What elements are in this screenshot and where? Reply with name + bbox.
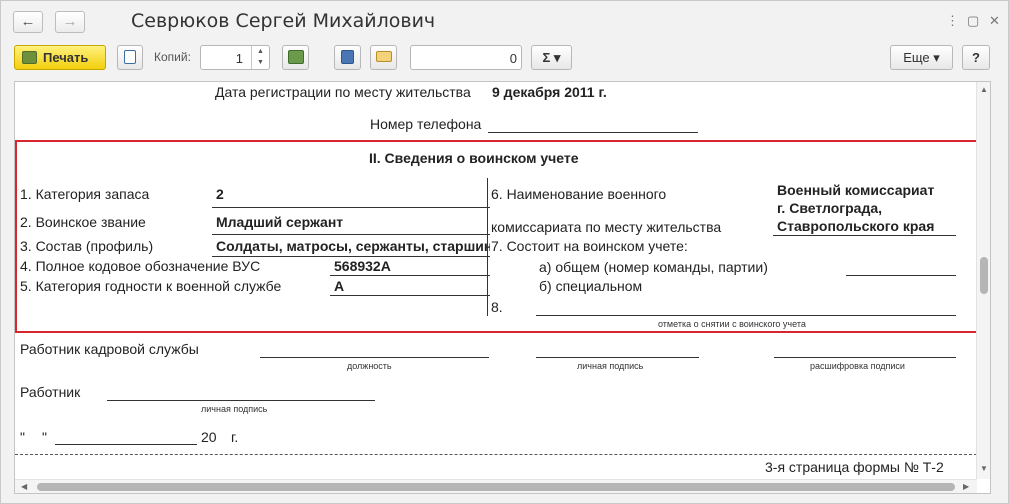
vertical-scroll-thumb[interactable] — [980, 257, 988, 294]
removal-note: отметка о снятии с воинского учета — [658, 319, 806, 329]
special-registration-label: б) специальном — [539, 278, 643, 294]
printer-icon — [22, 51, 37, 64]
phone-label: Номер телефона — [370, 116, 482, 132]
date-quote-close: " — [42, 429, 47, 445]
copies-spin-buttons[interactable]: ▲ ▼ — [251, 46, 269, 69]
vus-code-label: 4. Полное кодовое обозначение ВУС — [20, 258, 261, 274]
commissariat-label-1: 6. Наименование военного — [491, 186, 667, 202]
print-button[interactable]: Печать — [14, 45, 106, 70]
copies-stepper[interactable]: 1 ▲ ▼ — [200, 45, 270, 70]
fitness-category-label: 5. Категория годности к военной службе — [20, 278, 282, 294]
sum-mode-button[interactable]: Σ ▾ — [531, 45, 572, 70]
scroll-left-icon[interactable]: ◀ — [21, 482, 27, 491]
horizontal-scroll-thumb[interactable] — [37, 483, 955, 491]
window-title: Севрюков Сергей Михайлович — [131, 10, 436, 32]
scroll-down-icon[interactable]: ▼ — [980, 464, 988, 473]
restore-icon[interactable]: ▢ — [967, 13, 979, 29]
signature-line — [536, 357, 699, 358]
general-registration-label: а) общем (номер команды, партии) — [539, 259, 768, 275]
page-footer: 3-я страница формы № Т-2 — [765, 459, 944, 475]
worker-label: Работник — [20, 384, 81, 400]
removal-line — [536, 315, 956, 316]
sum-field[interactable]: 0 — [410, 45, 522, 70]
item-8-label: 8. — [491, 299, 503, 315]
arrow-left-icon: ← — [20, 13, 36, 30]
hr-worker-label: Работник кадровой службы — [20, 341, 199, 357]
position-caption: должность — [347, 361, 392, 371]
phone-line — [488, 132, 698, 133]
reserve-category-line — [212, 207, 490, 208]
commissariat-value-3: Ставропольского края — [777, 218, 935, 234]
military-rank-label: 2. Воинское звание — [20, 214, 146, 230]
magnifier-page-icon — [124, 50, 136, 64]
page-break-line — [15, 454, 977, 455]
date-year: 20 — [201, 429, 217, 445]
send-email-button[interactable] — [370, 45, 397, 70]
worker-signature-caption: личная подпись — [201, 404, 268, 414]
date-line — [55, 444, 197, 445]
floppy-disk-icon — [341, 50, 354, 64]
close-icon[interactable]: ✕ — [989, 13, 1000, 29]
window-menu-icon[interactable]: ⋮ — [946, 13, 959, 29]
fitness-category-line — [330, 295, 490, 296]
envelope-icon — [375, 51, 392, 62]
table-edit-icon — [287, 50, 304, 64]
registered-status-label: 7. Состоит на воинском учете: — [491, 238, 688, 254]
registration-date-label: Дата регистрации по месту жительства — [215, 84, 471, 100]
military-rank-line — [212, 234, 490, 235]
registration-date-value: 9 декабря 2011 г. — [492, 84, 607, 100]
edit-table-button[interactable] — [282, 45, 309, 70]
composition-label: 3. Состав (профиль) — [20, 238, 154, 254]
fitness-category-value: А — [334, 278, 345, 294]
reserve-category-label: 1. Категория запаса — [20, 186, 150, 202]
copies-value: 1 — [235, 51, 243, 66]
arrow-right-icon: → — [62, 13, 78, 30]
copies-label: Копий: — [154, 50, 191, 64]
reserve-category-value: 2 — [216, 186, 224, 202]
more-button[interactable]: Еще ▾ — [890, 45, 953, 70]
decoding-line — [774, 357, 956, 358]
horizontal-scrollbar[interactable]: ◀ ▶ — [15, 479, 977, 493]
vus-code-value: 568932А — [334, 258, 391, 274]
date-suffix: г. — [231, 429, 239, 445]
composition-value: Солдаты, матросы, сержанты, старшины — [216, 238, 490, 254]
composition-line — [212, 256, 490, 257]
commissariat-value-2: г. Светлограда, — [777, 200, 883, 216]
position-line — [260, 357, 489, 358]
scroll-right-icon[interactable]: ▶ — [963, 482, 969, 491]
signature-caption: личная подпись — [577, 361, 644, 371]
report-window: ← → Севрюков Сергей Михайлович ⋮ ▢ ✕ Печ… — [0, 0, 1009, 504]
commissariat-label-2: комиссариата по месту жительства — [491, 219, 722, 235]
spreadsheet-document[interactable]: Дата регистрации по месту жительства 9 д… — [14, 81, 991, 494]
military-rank-value: Младший сержант — [216, 214, 344, 230]
composition-value-clip: Солдаты, матросы, сержанты, старшины — [216, 238, 490, 254]
commissariat-line — [773, 235, 956, 236]
help-button[interactable]: ? — [962, 45, 990, 70]
vertical-scrollbar[interactable]: ▲ ▼ — [976, 82, 990, 479]
decoding-caption: расшифровка подписи — [810, 361, 905, 371]
forward-button[interactable]: → — [55, 11, 85, 33]
section-title: II. Сведения о воинском учете — [369, 150, 579, 166]
sum-value: 0 — [509, 51, 517, 66]
date-quote-open: " — [20, 429, 25, 445]
commissariat-value-1: Военный комиссариат — [777, 182, 935, 198]
scroll-up-icon[interactable]: ▲ — [980, 85, 988, 94]
worker-signature-line — [107, 400, 375, 401]
general-registration-line — [846, 275, 956, 276]
save-button[interactable] — [334, 45, 361, 70]
back-button[interactable]: ← — [13, 11, 43, 33]
print-button-label: Печать — [43, 50, 89, 65]
preview-button[interactable] — [117, 45, 143, 70]
vus-code-line — [330, 275, 490, 276]
column-divider — [487, 178, 488, 316]
